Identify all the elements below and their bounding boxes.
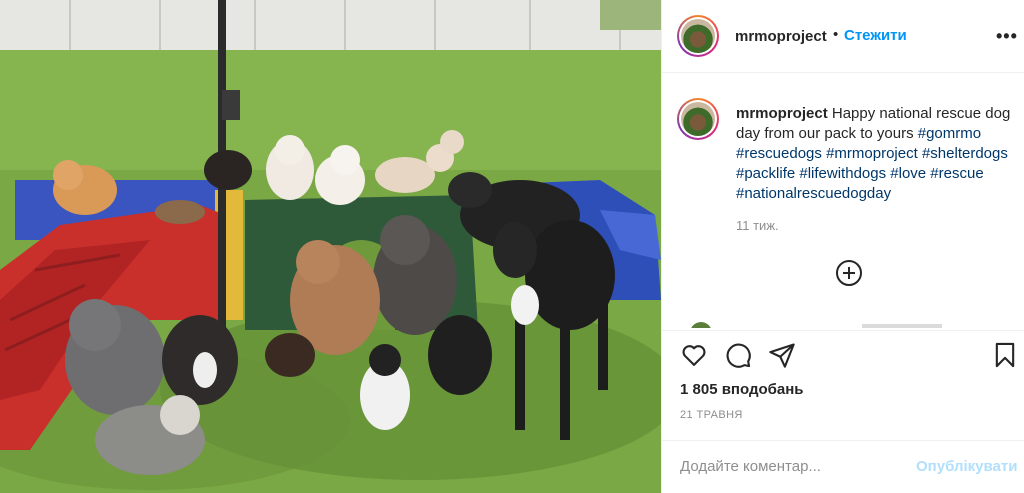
- separator-dot: •: [833, 26, 839, 43]
- more-options-icon[interactable]: •••: [996, 26, 1018, 47]
- post-side-panel: mrmoproject • Стежити ••• mrmoproject Ha…: [661, 0, 1024, 493]
- caption-time-ago[interactable]: 11 тиж.: [736, 218, 779, 233]
- heart-icon[interactable]: [680, 341, 710, 371]
- caption-avatar[interactable]: [677, 98, 719, 140]
- post-actions: 1 805 вподобань 21 ТРАВНЯ: [662, 330, 1024, 440]
- post-header: mrmoproject • Стежити •••: [662, 0, 1024, 73]
- next-comment-avatar: [690, 322, 712, 328]
- follow-button[interactable]: Стежити: [844, 27, 907, 44]
- comments-area: mrmoproject Happy national rescue dog da…: [662, 74, 1024, 328]
- caption: mrmoproject Happy national rescue dog da…: [736, 104, 1011, 204]
- hashtag-link[interactable]: #rescue: [930, 165, 983, 182]
- hashtag-link[interactable]: #rescuedogs: [736, 145, 822, 162]
- post-photo[interactable]: [0, 0, 661, 493]
- hashtag-link[interactable]: #nationalrescuedogday: [736, 185, 891, 202]
- comment-input[interactable]: [680, 458, 900, 475]
- likes-count[interactable]: 1 805 вподобань: [680, 381, 804, 398]
- comment-box: Опублікувати: [662, 440, 1024, 493]
- avatar[interactable]: [677, 15, 719, 57]
- dogs-group-photo: [0, 0, 661, 493]
- next-comment-text: [862, 324, 942, 328]
- share-icon[interactable]: [768, 341, 798, 371]
- hashtag-link[interactable]: #lifewithdogs: [799, 165, 886, 182]
- hashtag-link[interactable]: #shelterdogs: [922, 145, 1008, 162]
- hashtag-link[interactable]: #mrmoproject: [826, 145, 918, 162]
- publish-button[interactable]: Опублікувати: [916, 458, 1017, 475]
- hashtag-link[interactable]: #love: [890, 165, 926, 182]
- hashtag-link[interactable]: #gomrmo: [918, 125, 981, 142]
- caption-username-link[interactable]: mrmoproject: [736, 105, 828, 122]
- hashtag-link[interactable]: #packlife: [736, 165, 795, 182]
- username-link[interactable]: mrmoproject: [735, 28, 827, 45]
- post-date[interactable]: 21 ТРАВНЯ: [680, 409, 743, 421]
- plus-circle-icon[interactable]: [836, 260, 862, 286]
- comment-icon[interactable]: [724, 341, 754, 371]
- bookmark-icon[interactable]: [991, 341, 1021, 371]
